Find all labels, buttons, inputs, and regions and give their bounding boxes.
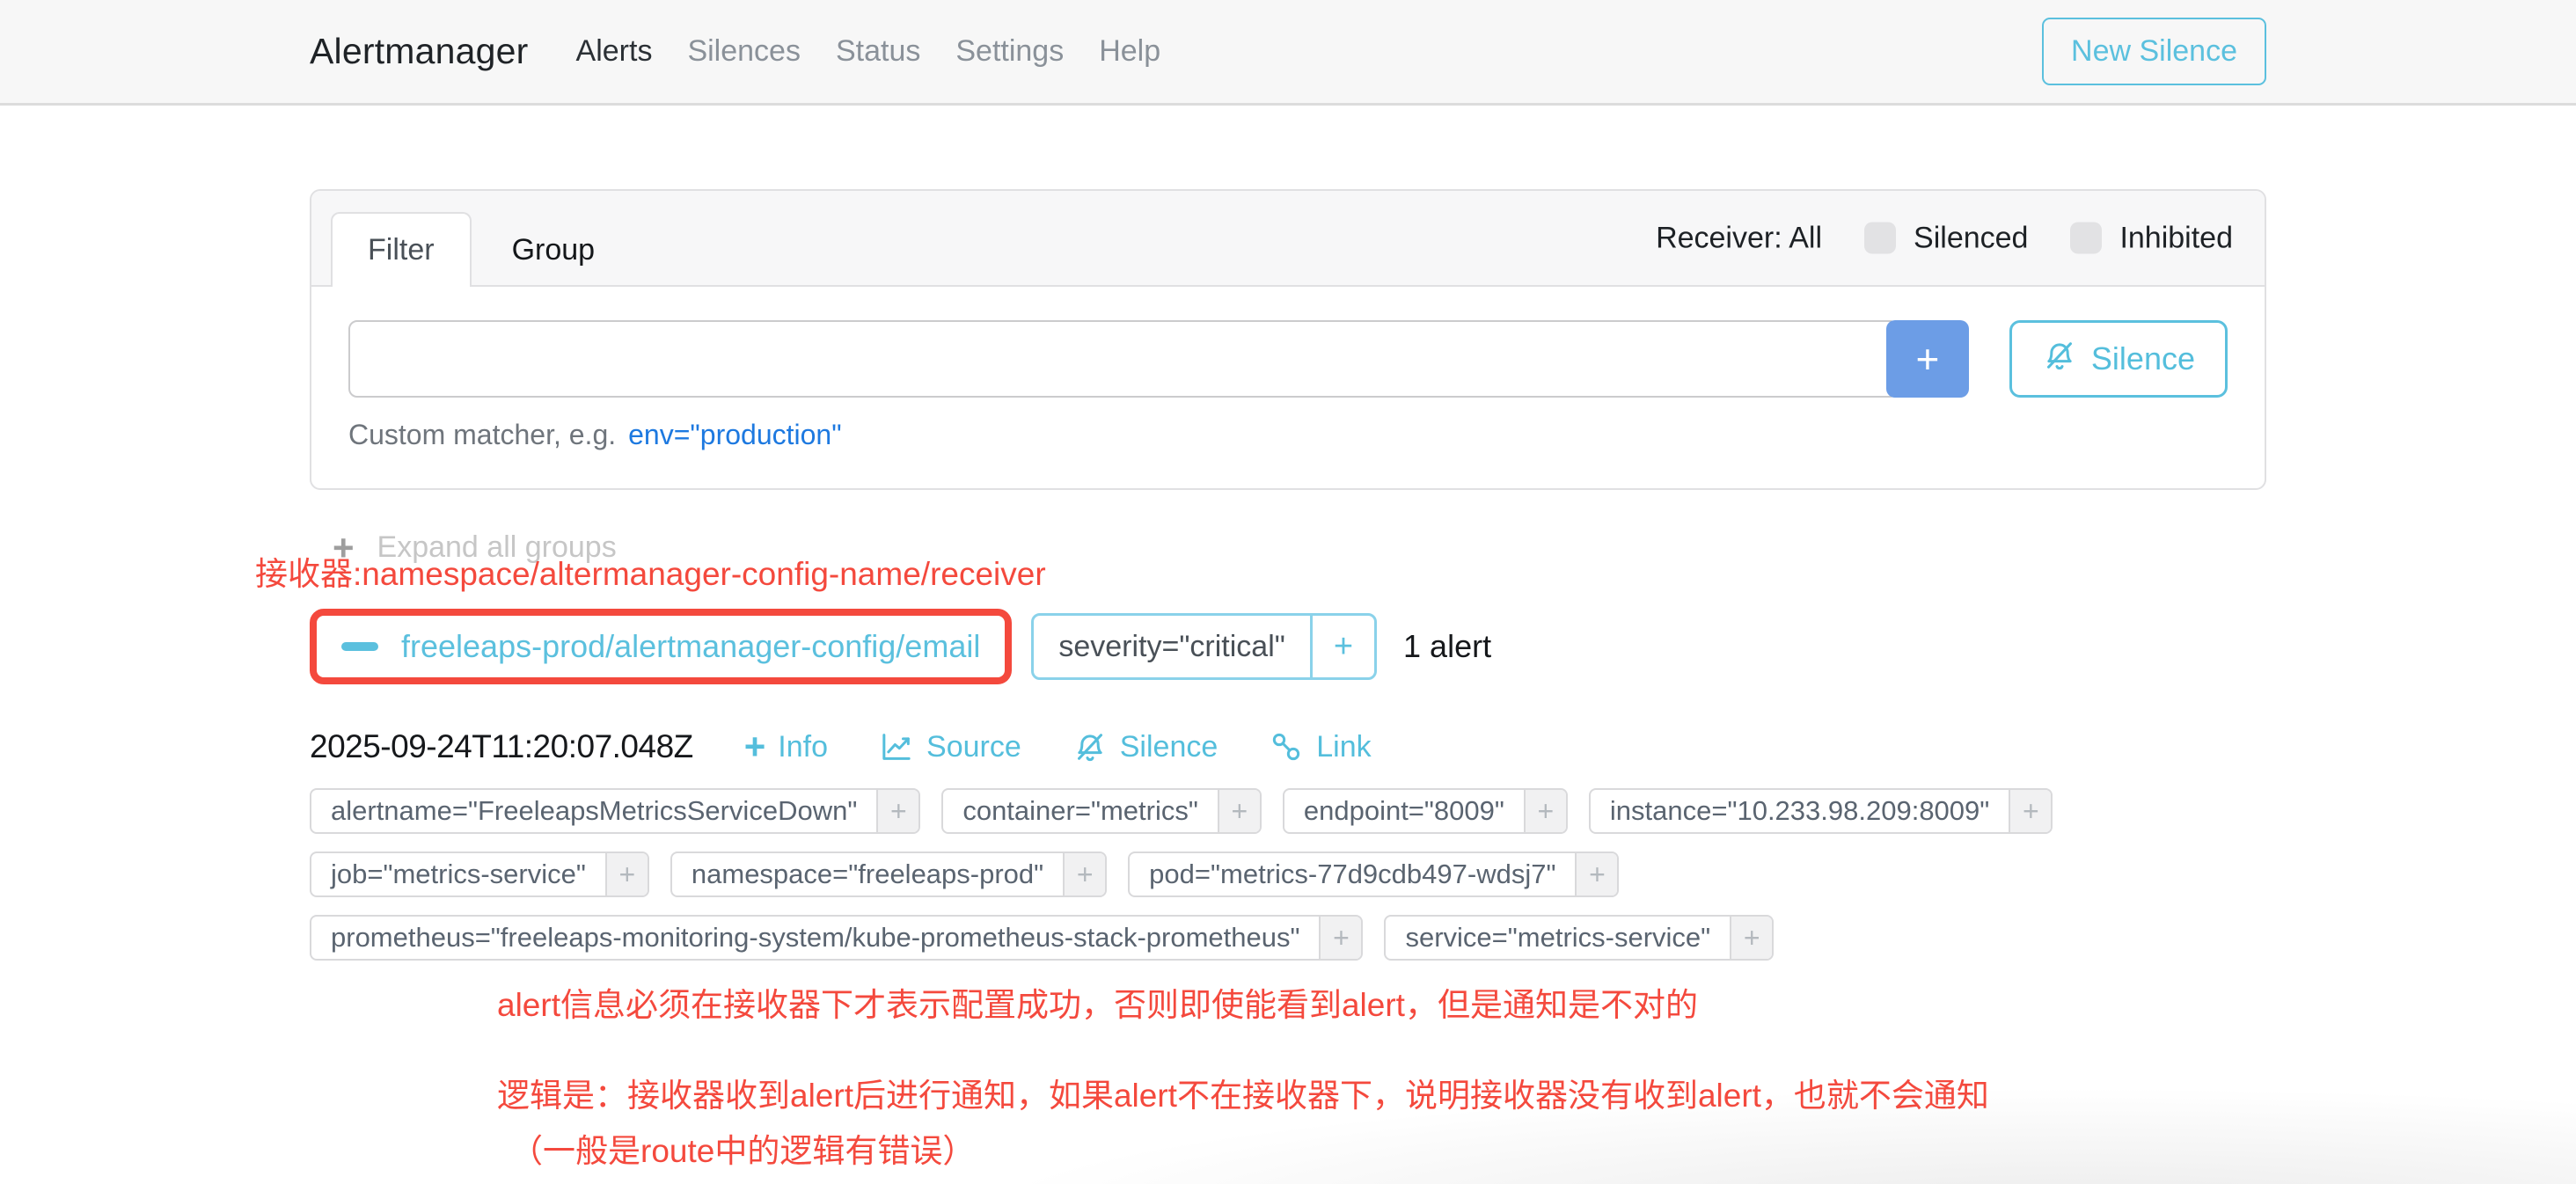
alert-labels: alertname="FreeleapsMetricsServiceDown" … bbox=[310, 788, 2266, 961]
silence-filter-button[interactable]: Silence bbox=[2009, 320, 2228, 398]
inhibited-label: Inhibited bbox=[2119, 221, 2233, 255]
hint-text: Custom matcher, e.g. bbox=[348, 419, 616, 450]
alert-group-row: freeleaps-prod/alertmanager-config/email… bbox=[310, 609, 2266, 684]
filter-card: Filter Group Receiver: All Silenced Inhi… bbox=[310, 189, 2266, 490]
matcher-input-row: + Silence bbox=[348, 320, 2228, 398]
group-receiver-toggle[interactable]: freeleaps-prod/alertmanager-config/email bbox=[341, 628, 980, 665]
alert-label-text: job="metrics-service" bbox=[311, 853, 605, 895]
chart-line-icon bbox=[879, 729, 914, 764]
silence-filter-label: Silence bbox=[2091, 340, 2195, 377]
receiver-dropdown[interactable]: Receiver: All bbox=[1656, 221, 1822, 255]
alert-meta-row: 2025-09-24T11:20:07.048Z + Info Source bbox=[310, 728, 2266, 765]
alert-silence-button[interactable]: Silence bbox=[1072, 729, 1218, 764]
label-add-button[interactable]: + bbox=[1063, 853, 1105, 895]
bell-slash-icon bbox=[2042, 338, 2077, 381]
label-add-button[interactable]: + bbox=[1524, 790, 1566, 832]
label-add-button[interactable]: + bbox=[605, 853, 648, 895]
group-alert-count: 1 alert bbox=[1403, 628, 1491, 665]
label-row: alertname="FreeleapsMetricsServiceDown" … bbox=[310, 788, 2266, 834]
annotation-note-3: （一般是route中的逻辑有错误） bbox=[510, 1124, 2266, 1172]
annotation-note-1: alert信息必须在接收器下才表示配置成功，否则即使能看到alert，但是通知是… bbox=[497, 978, 2266, 1026]
label-add-button[interactable]: + bbox=[876, 790, 918, 832]
top-navbar: Alertmanager Alerts Silences Status Sett… bbox=[0, 0, 2576, 106]
alert-timestamp: 2025-09-24T11:20:07.048Z bbox=[310, 728, 693, 765]
silenced-toggle[interactable]: Silenced bbox=[1864, 221, 2028, 255]
annotation-note-2: 逻辑是：接收器收到alert后进行通知，如果alert不在接收器下，说明接收器没… bbox=[497, 1075, 2266, 1117]
alert-label-pill: service="metrics-service" + bbox=[1384, 915, 1774, 961]
tab-group[interactable]: Group bbox=[472, 214, 636, 287]
matcher-input[interactable] bbox=[348, 320, 1899, 398]
alert-label-text: prometheus="freeleaps-monitoring-system/… bbox=[311, 917, 1319, 959]
alert-label-pill: instance="10.233.98.209:8009" + bbox=[1589, 788, 2053, 834]
app-brand: Alertmanager bbox=[310, 31, 529, 72]
alert-label-pill: pod="metrics-77d9cdb497-wdsj7" + bbox=[1128, 851, 1619, 897]
nav-item-status[interactable]: Status bbox=[836, 34, 920, 69]
label-row: prometheus="freeleaps-monitoring-system/… bbox=[310, 915, 2266, 961]
alert-label-text: alertname="FreeleapsMetricsServiceDown" bbox=[311, 790, 876, 832]
silenced-label: Silenced bbox=[1914, 221, 2028, 255]
alert-label-text: pod="metrics-77d9cdb497-wdsj7" bbox=[1130, 853, 1575, 895]
nav-item-settings[interactable]: Settings bbox=[955, 34, 1064, 69]
label-add-button[interactable]: + bbox=[1218, 790, 1260, 832]
nav-item-silences[interactable]: Silences bbox=[687, 34, 801, 69]
annotation-receiver-note: 接收器:namespace/altermanager-config-name/r… bbox=[255, 547, 2266, 595]
collapse-minus-icon bbox=[341, 642, 378, 651]
alert-label-text: container="metrics" bbox=[943, 790, 1218, 832]
navbar-inner: Alertmanager Alerts Silences Status Sett… bbox=[310, 18, 2266, 85]
filter-card-header: Filter Group Receiver: All Silenced Inhi… bbox=[311, 191, 2265, 287]
filter-header-right: Receiver: All Silenced Inhibited bbox=[1656, 221, 2233, 255]
alert-label-pill: alertname="FreeleapsMetricsServiceDown" … bbox=[310, 788, 920, 834]
alert-source-label: Source bbox=[926, 730, 1021, 764]
silenced-checkbox[interactable] bbox=[1864, 223, 1896, 254]
alert-label-pill: namespace="freeleaps-prod" + bbox=[670, 851, 1107, 897]
custom-matcher-hint: Custom matcher, e.g. env="production" bbox=[348, 419, 2228, 451]
inhibited-checkbox[interactable] bbox=[2070, 223, 2102, 254]
alert-label-text: namespace="freeleaps-prod" bbox=[672, 853, 1063, 895]
group-matcher-label: severity="critical" bbox=[1034, 616, 1309, 677]
inhibited-toggle[interactable]: Inhibited bbox=[2070, 221, 2233, 255]
label-add-button[interactable]: + bbox=[1730, 917, 1772, 959]
label-add-button[interactable]: + bbox=[2009, 790, 2051, 832]
filter-card-body: + Silence Custom matcher, e.g. env="produ… bbox=[311, 287, 2265, 488]
main-container: Filter Group Receiver: All Silenced Inhi… bbox=[310, 189, 2266, 1172]
alert-source-link[interactable]: Source bbox=[879, 729, 1021, 764]
label-row: job="metrics-service" + namespace="freel… bbox=[310, 851, 2266, 897]
group-matcher-add-button[interactable]: + bbox=[1310, 616, 1374, 677]
add-matcher-button[interactable]: + bbox=[1886, 320, 1969, 398]
alert-link-button[interactable]: Link bbox=[1269, 729, 1371, 764]
tab-filter[interactable]: Filter bbox=[331, 212, 472, 287]
nav-item-alerts[interactable]: Alerts bbox=[576, 34, 653, 69]
hint-example-link[interactable]: env="production" bbox=[628, 419, 841, 450]
plus-icon: + bbox=[744, 732, 766, 762]
alert-label-pill: container="metrics" + bbox=[941, 788, 1262, 834]
nav-item-help[interactable]: Help bbox=[1099, 34, 1160, 69]
group-matcher-chip: severity="critical" + bbox=[1031, 613, 1377, 680]
alert-silence-label: Silence bbox=[1120, 730, 1218, 764]
new-silence-button[interactable]: New Silence bbox=[2042, 18, 2266, 85]
label-add-button[interactable]: + bbox=[1575, 853, 1617, 895]
alert-label-text: endpoint="8009" bbox=[1284, 790, 1524, 832]
link-icon bbox=[1269, 729, 1304, 764]
alert-label-pill: job="metrics-service" + bbox=[310, 851, 649, 897]
alert-label-text: instance="10.233.98.209:8009" bbox=[1591, 790, 2009, 832]
alert-info-button[interactable]: + Info bbox=[744, 730, 828, 764]
alert-label-pill: prometheus="freeleaps-monitoring-system/… bbox=[310, 915, 1363, 961]
alert-info-label: Info bbox=[778, 730, 828, 764]
label-add-button[interactable]: + bbox=[1319, 917, 1361, 959]
alert-link-label: Link bbox=[1316, 730, 1371, 764]
alert-label-pill: endpoint="8009" + bbox=[1283, 788, 1568, 834]
group-receiver-label: freeleaps-prod/alertmanager-config/email bbox=[401, 628, 980, 665]
bell-slash-icon bbox=[1072, 729, 1108, 764]
annotation-highlight-box: freeleaps-prod/alertmanager-config/email bbox=[310, 609, 1012, 684]
alert-label-text: service="metrics-service" bbox=[1386, 917, 1730, 959]
